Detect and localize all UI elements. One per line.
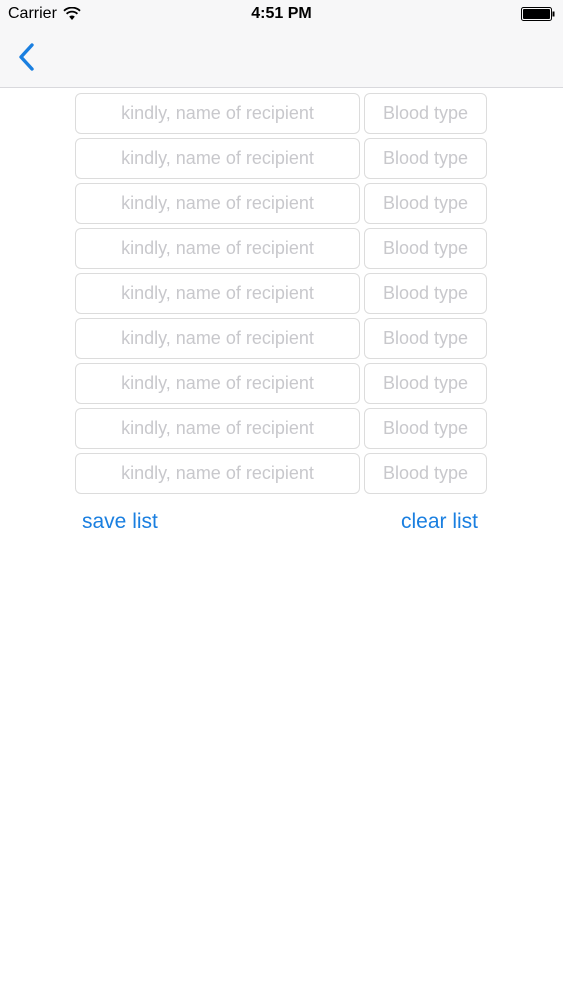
recipient-row <box>75 318 487 359</box>
status-bar: Carrier 4:51 PM <box>0 0 563 30</box>
battery-icon <box>521 7 555 21</box>
recipient-form <box>75 93 487 498</box>
recipient-name-input[interactable] <box>75 93 360 134</box>
recipient-row <box>75 408 487 449</box>
save-list-button[interactable]: save list <box>82 510 158 534</box>
recipient-name-input[interactable] <box>75 318 360 359</box>
recipient-row <box>75 138 487 179</box>
chevron-left-icon <box>19 43 34 71</box>
blood-type-input[interactable] <box>364 228 487 269</box>
recipient-row <box>75 183 487 224</box>
blood-type-input[interactable] <box>364 318 487 359</box>
blood-type-input[interactable] <box>364 93 487 134</box>
recipient-name-input[interactable] <box>75 138 360 179</box>
recipient-row <box>75 273 487 314</box>
blood-type-input[interactable] <box>364 273 487 314</box>
recipient-name-input[interactable] <box>75 228 360 269</box>
blood-type-input[interactable] <box>364 453 487 494</box>
recipient-name-input[interactable] <box>75 183 360 224</box>
recipient-row <box>75 228 487 269</box>
blood-type-input[interactable] <box>364 138 487 179</box>
status-time: 4:51 PM <box>251 5 312 22</box>
clear-list-button[interactable]: clear list <box>401 510 478 534</box>
blood-type-input[interactable] <box>364 183 487 224</box>
recipient-row <box>75 363 487 404</box>
recipient-row <box>75 453 487 494</box>
back-button[interactable] <box>12 40 42 74</box>
recipient-row <box>75 93 487 134</box>
navigation-bar <box>0 30 563 88</box>
list-actions: save list clear list <box>82 510 478 542</box>
recipient-name-input[interactable] <box>75 363 360 404</box>
recipient-name-input[interactable] <box>75 273 360 314</box>
blood-type-input[interactable] <box>364 408 487 449</box>
recipient-name-input[interactable] <box>75 408 360 449</box>
blood-type-input[interactable] <box>364 363 487 404</box>
recipient-name-input[interactable] <box>75 453 360 494</box>
